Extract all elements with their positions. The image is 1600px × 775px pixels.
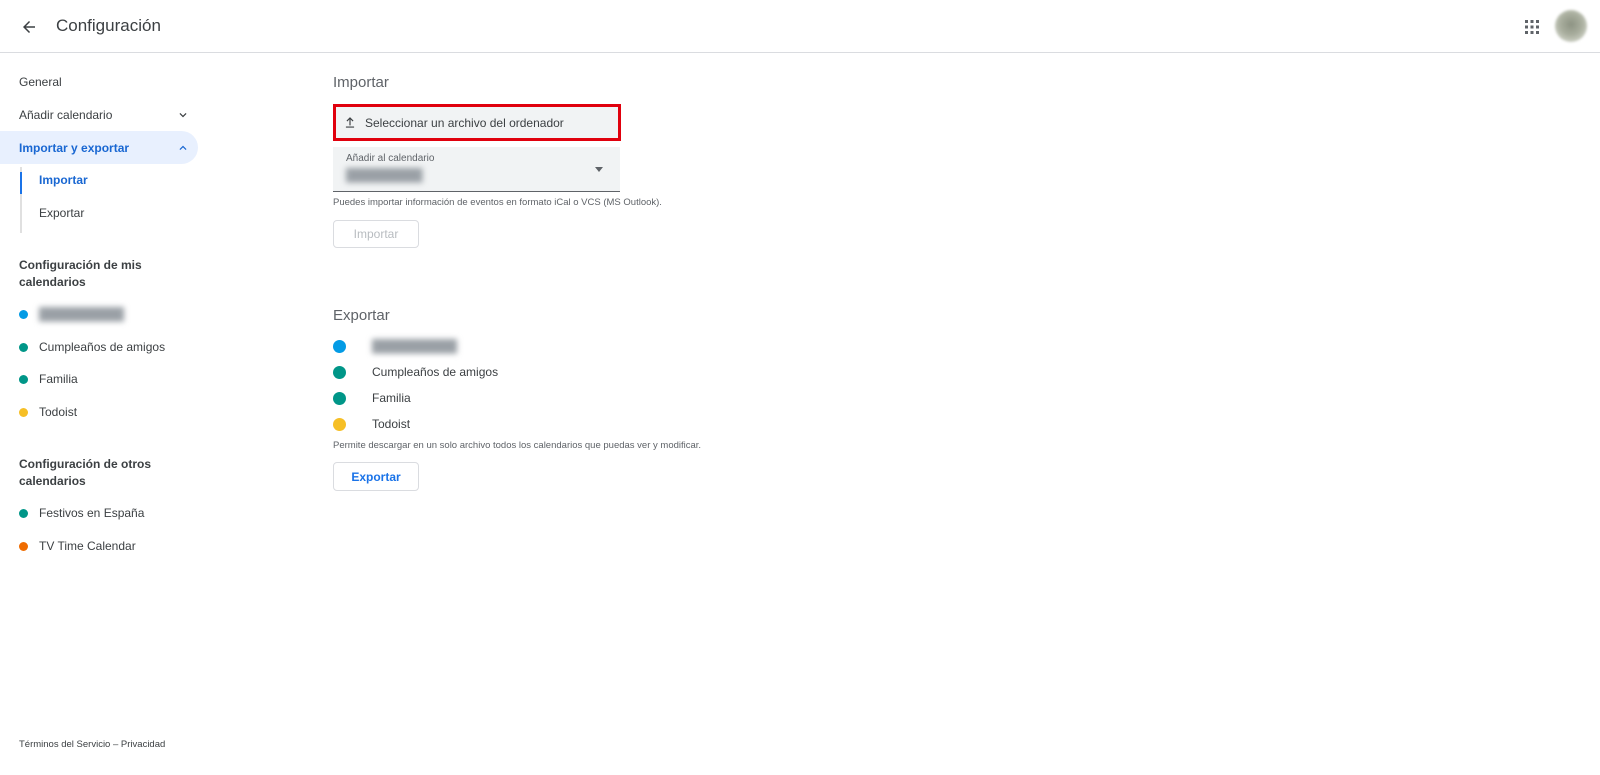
export-calendar-item: Cumpleaños de amigos [333, 362, 498, 382]
sidebar-calendar-family[interactable]: Familia [19, 369, 78, 389]
select-file-button[interactable]: Seleccionar un archivo del ordenador [333, 104, 621, 141]
calendar-label: Cumpleaños de amigos [39, 340, 166, 354]
calendar-label: Todoist [39, 405, 78, 419]
apps-grid-icon [1525, 20, 1539, 34]
calendar-color-dot [333, 339, 346, 353]
back-button[interactable] [14, 12, 44, 42]
sidebar-item-add-calendar[interactable]: Añadir calendario [0, 98, 198, 131]
upload-icon [345, 116, 355, 128]
target-calendar-label: Añadir al calendario [346, 153, 435, 164]
sidebar-item-import-export[interactable]: Importar y exportar [0, 131, 198, 164]
privacy-link[interactable]: Privacidad [121, 739, 165, 750]
sidebar-item-label: General [19, 74, 62, 89]
submenu-active-indicator [20, 172, 22, 194]
my-calendars-heading: Configuración de mis calendarios [19, 258, 142, 289]
calendar-label-redacted: ██████████ [39, 307, 125, 321]
import-section-title: Importar [333, 74, 389, 91]
calendar-color-dot [19, 309, 28, 319]
calendar-color-dot [333, 391, 346, 405]
export-help-text: Permite descargar en un solo archivo tod… [333, 440, 702, 451]
sidebar-calendar-holidays-spain[interactable]: Festivos en España [19, 503, 144, 523]
google-apps-button[interactable] [1518, 13, 1546, 41]
calendar-label: Festivos en España [39, 506, 145, 520]
calendar-label-redacted: ██████████ [372, 339, 458, 353]
export-calendar-item: Todoist [333, 414, 410, 434]
arrow-back-icon [23, 21, 35, 33]
calendar-label: Familia [39, 372, 78, 386]
sidebar-calendar-friends-birthdays[interactable]: Cumpleaños de amigos [19, 337, 165, 357]
target-calendar-value-redacted: █████████ [346, 168, 423, 182]
dropdown-arrow-icon [595, 167, 603, 172]
chevron-up-icon [179, 145, 187, 150]
calendar-label: TV Time Calendar [39, 539, 136, 553]
calendar-label: Cumpleaños de amigos [372, 365, 499, 379]
calendar-label: Familia [372, 391, 411, 405]
sidebar-subitem-import[interactable]: Importar [39, 173, 88, 187]
calendar-label: Todoist [372, 417, 411, 431]
account-avatar[interactable] [1555, 10, 1587, 42]
import-button-label: Importar [353, 227, 399, 241]
sidebar-calendar-primary[interactable]: ██████████ [19, 304, 124, 324]
top-bar: Configuración [0, 0, 1600, 53]
calendar-color-dot [333, 417, 346, 431]
sidebar-item-label: Importar y exportar [19, 140, 130, 155]
sidebar-calendar-todoist[interactable]: Todoist [19, 402, 77, 422]
other-calendars-heading: Configuración de otros calendarios [19, 457, 151, 488]
calendar-color-dot [19, 541, 28, 551]
export-button[interactable]: Exportar [333, 462, 419, 491]
footer-separator: – [112, 739, 119, 750]
export-calendar-item: ██████████ [333, 336, 457, 356]
terms-link[interactable]: Términos del Servicio [19, 739, 110, 750]
sidebar-subitem-export[interactable]: Exportar [39, 206, 84, 220]
calendar-color-dot [19, 374, 28, 384]
export-section-title: Exportar [333, 307, 390, 324]
chevron-down-icon [179, 113, 187, 118]
import-help-text: Puedes importar información de eventos e… [333, 197, 662, 208]
footer-links: Términos del Servicio – Privacidad [19, 739, 165, 750]
calendar-color-dot [333, 365, 346, 379]
sidebar-item-general[interactable]: General [0, 65, 198, 98]
select-file-label: Seleccionar un archivo del ordenador [365, 115, 564, 130]
target-calendar-select[interactable]: Añadir al calendario █████████ [333, 147, 620, 192]
sidebar-item-label: Añadir calendario [19, 107, 113, 122]
calendar-color-dot [19, 407, 28, 417]
sidebar-calendar-tv-time[interactable]: TV Time Calendar [19, 536, 136, 556]
import-button[interactable]: Importar [333, 220, 419, 248]
export-button-label: Exportar [351, 469, 401, 484]
calendar-color-dot [19, 342, 28, 352]
export-calendar-item: Familia [333, 388, 411, 408]
calendar-color-dot [19, 508, 28, 518]
page-title: Configuración [56, 16, 161, 35]
